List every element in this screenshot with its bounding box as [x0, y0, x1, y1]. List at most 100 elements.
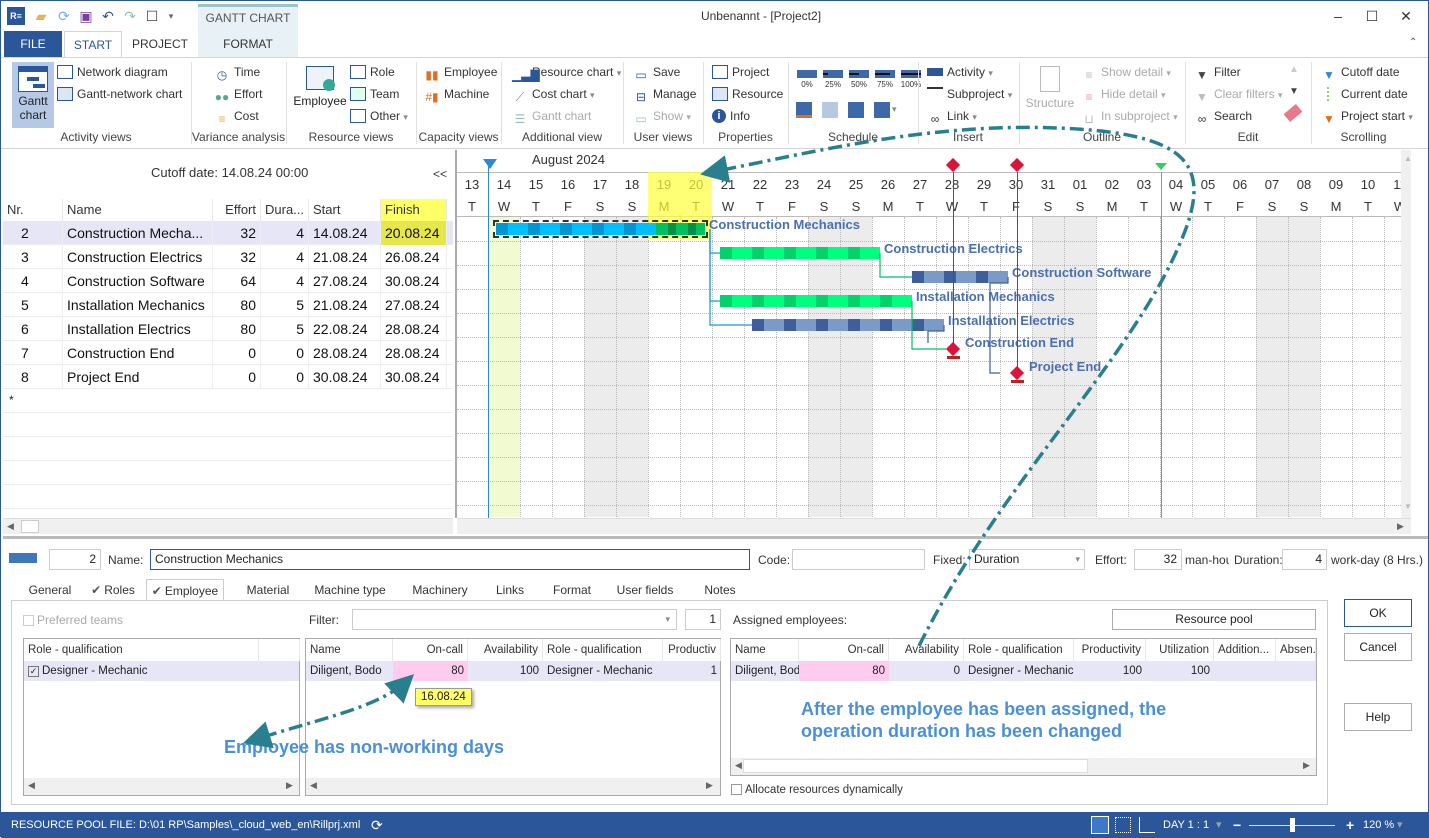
- checkbox-checked-icon[interactable]: ✓: [28, 666, 39, 677]
- cost-button[interactable]: ≡ Cost: [214, 106, 258, 126]
- sync-icon[interactable]: ⟳: [371, 812, 383, 838]
- tab-machine-type[interactable]: Machine type: [307, 579, 393, 601]
- table-row[interactable]: 3 Construction Electrics 32 4 21.08.24 26.08.…: [3, 245, 453, 269]
- grid-horizontal-scrollbar[interactable]: ◀: [3, 518, 453, 534]
- team-button[interactable]: Team: [350, 84, 399, 104]
- progress-button-3[interactable]: 75%: [874, 70, 896, 94]
- progress-button-0[interactable]: 0%: [796, 70, 818, 94]
- table-row[interactable]: 5 Installation Mechanics 80 5 21.08.24 27.08.…: [3, 293, 453, 317]
- ok-button[interactable]: OK: [1344, 599, 1412, 627]
- column-header-start[interactable]: Start: [309, 199, 381, 221]
- insert-link-dropdown[interactable]: ∞ Link ▾: [927, 106, 977, 126]
- network-view-icon[interactable]: [1115, 817, 1131, 833]
- capacity-employee-button[interactable]: ▮▮ Employee: [424, 62, 497, 82]
- zoom-slider-thumb[interactable]: [1290, 818, 1295, 832]
- manage-views-button[interactable]: ⊟ Manage: [633, 84, 696, 104]
- other-dropdown[interactable]: Other ▾: [350, 106, 408, 126]
- header-role[interactable]: Role - qualification: [543, 639, 663, 661]
- redo-icon[interactable]: ↷: [121, 7, 139, 25]
- gantt-network-chart-button[interactable]: Gantt-network chart: [57, 84, 182, 104]
- scroll-down-icon[interactable]: ▼: [1404, 502, 1411, 511]
- window-layout-icon[interactable]: ☐: [143, 7, 161, 25]
- resource-properties-button[interactable]: Resource: [712, 84, 783, 104]
- progress-button-1[interactable]: 25%: [822, 70, 844, 94]
- cutoff-date-button[interactable]: ▼ Cutoff date: [1321, 62, 1399, 82]
- tab-links[interactable]: Links: [489, 579, 531, 601]
- cancel-button[interactable]: Cancel: [1344, 633, 1412, 661]
- allocate-dynamic-checkbox[interactable]: Allocate resources dynamically: [731, 784, 903, 796]
- structure-dropdown[interactable]: Structure: [1025, 66, 1075, 110]
- assigned-header-absence[interactable]: Absen...: [1276, 639, 1316, 661]
- effort-input[interactable]: 32: [1134, 549, 1182, 570]
- time-scale-dropdown[interactable]: DAY 1 : 1: [1163, 812, 1209, 838]
- chevron-down-icon[interactable]: ▾: [1397, 812, 1403, 838]
- role-button[interactable]: Role: [350, 62, 395, 82]
- activity-name-input[interactable]: Construction Mechanics: [150, 549, 750, 570]
- gantt-view-icon[interactable]: [1091, 816, 1109, 834]
- progress-button-2[interactable]: 50%: [848, 70, 870, 94]
- save-view-button[interactable]: ▭ Save: [633, 62, 680, 82]
- activity-number-field[interactable]: 2: [49, 549, 101, 570]
- link-split-icon[interactable]: [874, 102, 890, 118]
- chevron-down-icon[interactable]: ▾: [892, 104, 897, 115]
- resource-view-icon[interactable]: [1139, 817, 1155, 833]
- preferred-teams-checkbox[interactable]: Preferred teams: [23, 613, 123, 627]
- column-header-effort[interactable]: Effort: [213, 199, 261, 221]
- refresh-icon[interactable]: ⟳: [55, 7, 73, 25]
- clear-filters-dropdown[interactable]: ▼ Clear filters ▾: [1194, 84, 1283, 104]
- project-properties-button[interactable]: Project: [712, 62, 769, 82]
- collapse-ribbon-icon[interactable]: ⌃: [1409, 37, 1417, 48]
- roles-row[interactable]: ✓ Designer - Mechanic: [24, 661, 299, 681]
- assigned-header-availability[interactable]: Availability: [889, 639, 964, 661]
- show-detail-dropdown[interactable]: ≡ Show detail ▾: [1081, 62, 1170, 82]
- tab-material[interactable]: Material: [241, 579, 295, 601]
- insert-activity-dropdown[interactable]: Activity ▾: [927, 62, 993, 82]
- help-button[interactable]: Help: [1344, 703, 1412, 731]
- employees-scrollbar[interactable]: ◀ ▶: [306, 778, 720, 795]
- reschedule-icon[interactable]: [796, 102, 812, 118]
- tab-notes[interactable]: Notes: [697, 579, 743, 601]
- customize-dropdown-icon[interactable]: ▾: [162, 7, 180, 25]
- header-oncall[interactable]: On-call: [393, 639, 468, 661]
- scroll-up-icon[interactable]: ▲: [1404, 154, 1411, 163]
- tab-general[interactable]: General: [21, 579, 79, 601]
- eraser-icon[interactable]: [1283, 104, 1303, 122]
- open-folder-icon[interactable]: ▰: [32, 7, 50, 25]
- assigned-header-oncall[interactable]: On-call: [799, 639, 889, 661]
- project-start-dropdown[interactable]: ▼ Project start ▾: [1321, 106, 1413, 126]
- resource-pool-button[interactable]: Resource pool: [1112, 609, 1316, 630]
- chevron-down-icon[interactable]: ▾: [1216, 812, 1222, 838]
- gantt-vertical-scrollbar[interactable]: ▲ ▼: [1401, 150, 1411, 518]
- hide-detail-dropdown[interactable]: ≡ Hide detail ▾: [1081, 84, 1165, 104]
- employee-view-button[interactable]: Employee: [293, 66, 347, 108]
- assigned-header-addition[interactable]: Addition...: [1214, 639, 1276, 661]
- tab-user-fields[interactable]: User fields: [613, 579, 677, 601]
- info-button[interactable]: i Info: [712, 106, 750, 126]
- gantt-horizontal-scrollbar[interactable]: ▶: [457, 518, 1411, 534]
- tab-employee[interactable]: ✔ Employee: [146, 579, 224, 602]
- current-date-button[interactable]: Current date: [1321, 84, 1408, 104]
- scrollbar-thumb[interactable]: [21, 520, 39, 533]
- header-name[interactable]: Name: [306, 639, 393, 661]
- assigned-row[interactable]: Diligent, Bodo 80 0 Designer - Mechanic …: [731, 661, 1316, 681]
- scroll-down-icon[interactable]: ▼: [1289, 86, 1299, 97]
- table-row[interactable]: 2 Construction Mecha... 32 4 14.08.24 20.08.2…: [3, 221, 453, 245]
- assigned-header-productivity[interactable]: Productivity: [1074, 639, 1146, 661]
- header-availability[interactable]: Availability: [468, 639, 543, 661]
- duration-input[interactable]: 4: [1282, 549, 1327, 570]
- gantt-chart-view-button[interactable]: Gantt chart: [12, 62, 54, 128]
- scroll-left-icon[interactable]: ◀: [7, 521, 14, 532]
- table-row[interactable]: 8 Project End 0 0 30.08.24 30.08.24: [3, 365, 453, 389]
- filter-select[interactable]: ▾: [352, 609, 677, 630]
- network-diagram-button[interactable]: Network diagram: [57, 62, 168, 82]
- tab-format[interactable]: FORMAT: [198, 31, 298, 57]
- fixed-select[interactable]: Duration ▾: [969, 549, 1085, 570]
- tab-project[interactable]: PROJECT: [124, 31, 196, 57]
- additional-gantt-chart-button[interactable]: ☰ Gantt chart: [512, 106, 592, 126]
- roles-scrollbar[interactable]: ◀ ▶: [24, 778, 299, 795]
- tab-roles[interactable]: ✔ Roles: [85, 579, 141, 601]
- insert-subproject-dropdown[interactable]: Subproject ▾: [927, 84, 1012, 104]
- assigned-header-name[interactable]: Name: [731, 639, 799, 661]
- tab-file[interactable]: FILE: [4, 31, 62, 57]
- search-button[interactable]: ∞ Search: [1194, 106, 1252, 126]
